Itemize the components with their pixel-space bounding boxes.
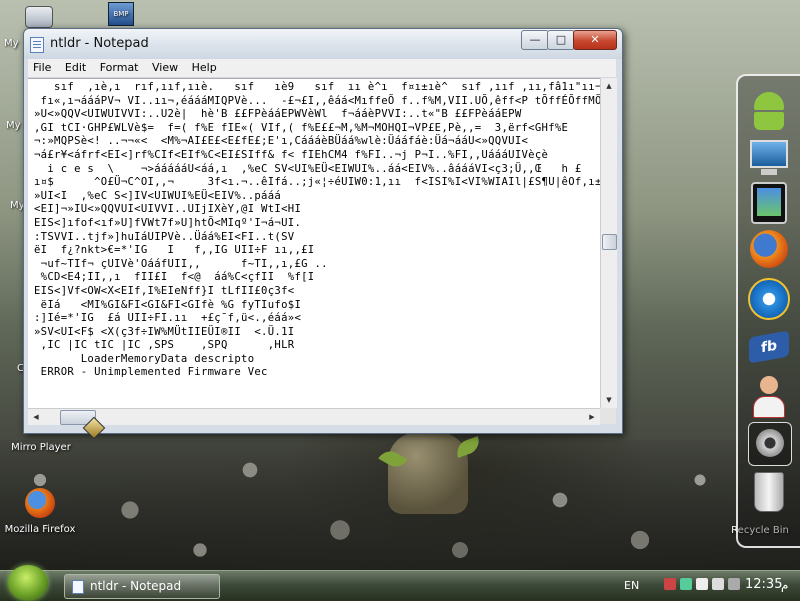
close-button[interactable]: ✕: [573, 30, 617, 50]
text-line[interactable]: ı¤$ ^O£Ü¬C^O­I,,¬ 3f<ı.¬..êIfá..;j«¦÷éUI…: [34, 176, 600, 190]
facebook-icon[interactable]: fb: [748, 326, 790, 368]
text-line[interactable]: »U<»QQV<UIW­UIV­VI:..­U2è| hè'B ££FPèááE…: [34, 108, 600, 122]
text-line[interactable]: ¬á£r¥<áf­rf<EI<]rf%CIf<EIf%C<EI£SIff& f<…: [34, 149, 600, 163]
minimize-button[interactable]: —: [521, 30, 549, 50]
notepad-window: ntldr - Notepad — □ ✕ File Edit Format V…: [23, 28, 623, 434]
vertical-scrollbar[interactable]: ▲ ▼: [600, 78, 617, 408]
text-line[interactable]: »UI<I ,%eC S<]IV<UIW­UI%EÜ<EIV%..pááá: [34, 190, 600, 204]
tablet-icon[interactable]: [748, 182, 790, 224]
firefox-icon: [25, 488, 55, 518]
maximize-button[interactable]: □: [547, 30, 575, 50]
desktop-label-partial[interactable]: My: [6, 120, 21, 131]
text-line[interactable]: :TSV­VI..­tjf»]huIáUIPVè..Üáá%EI<FI..­t(…: [34, 231, 600, 245]
taskbar-button-label: ntldr - Notepad: [90, 579, 182, 593]
taskbar-button-notepad[interactable]: ntldr - Notepad: [64, 574, 220, 599]
desktop-label-partial[interactable]: My: [4, 38, 19, 49]
text-line[interactable]: ¬:»MQPSè<! ..¬¬«< <M%¬AI£E£<E£fE£;E'ı,Cá…: [34, 135, 600, 149]
text-line[interactable]: fı«,ı¬áááPV¬ VI..ıı¬,éáááMIQPVè... -£¬£I…: [34, 95, 600, 109]
menu-file[interactable]: File: [28, 59, 56, 74]
text-line[interactable]: EIS<]ıfo­f<ıf»U]fVWt7f»U]htÕ<MIqº'I¬á¬UI…: [34, 217, 600, 231]
window-titlebar[interactable]: ntldr - Notepad — □ ✕: [24, 29, 622, 59]
text-line[interactable]: LoaderMemoryData descripto: [34, 353, 600, 367]
desktop-icon-label: Mozilla Firefox: [4, 524, 76, 535]
android-icon[interactable]: [748, 88, 790, 130]
network-tray-icon[interactable]: [680, 578, 692, 590]
clock-ampm[interactable]: م: [781, 578, 788, 592]
language-indicator[interactable]: EN: [624, 579, 639, 592]
text-line[interactable]: ëIá <MI%GI&FI<GI&FI<GIfè %G fyTIufo$­I: [34, 299, 600, 313]
volume-icon[interactable]: [712, 578, 724, 590]
clock-time[interactable]: 12:35: [745, 577, 782, 592]
desktop-icon-partial[interactable]: [22, 6, 56, 30]
text-line[interactable]: <EI]¬»IU<»QQV­UI<UIV­VI..­UIjIXèY,@I WtI…: [34, 203, 600, 217]
start-button[interactable]: [8, 565, 48, 601]
window-title: ntldr - Notepad: [50, 36, 149, 51]
menu-bar: File Edit Format View Help: [28, 59, 616, 78]
text-line[interactable]: :]Ié=*'IG £á UII÷FI.ıı ­+£ç¯f,ü<.,éáá»<: [34, 312, 600, 326]
document-text[interactable]: sıf ,ıè,ı rıf,ııf,ııè. sıf ıè9 sıf ıı è^…: [28, 79, 600, 380]
text-line[interactable]: %CD<E4;II,,ı fII£I f<@ áá%C<çfII %f[I: [34, 271, 600, 285]
text-line[interactable]: ¬uf~TIf¬ çUIVè'OááfUII,, f~TI,,ı,£G ..: [34, 258, 600, 272]
desktop-icon-mozilla-firefox[interactable]: Mozilla Firefox: [2, 488, 78, 535]
text-line[interactable]: ëI f¿?nkt>€=*'IG ­I f,,IG UII÷F ıı,,£I: [34, 244, 600, 258]
computer-icon[interactable]: [748, 136, 790, 178]
menu-edit[interactable]: Edit: [60, 59, 91, 74]
scroll-left-arrow-icon[interactable]: ◀: [28, 409, 44, 425]
vertical-scroll-thumb[interactable]: [602, 234, 617, 250]
text-line[interactable]: i c e s \ ¬>áááááU<áá,ı ,%eC SV<UI%EÜ<EI…: [34, 163, 600, 177]
support-agent-icon[interactable]: [748, 374, 790, 418]
scroll-up-arrow-icon[interactable]: ▲: [601, 78, 617, 94]
tray-icon[interactable]: [728, 578, 740, 590]
security-tray-icon[interactable]: [664, 578, 676, 590]
horizontal-scrollbar[interactable]: ◀ ▶: [28, 408, 600, 425]
scroll-down-arrow-icon[interactable]: ▼: [601, 392, 617, 408]
desktop-icon-partial[interactable]: BMP: [106, 2, 136, 28]
text-line[interactable]: »SV<UI<F$ <X(ç3f÷­IW%MÜtIIEÜI®II <.Ü.1I: [34, 326, 600, 340]
desktop-icon-label: Mirro Player: [11, 442, 71, 453]
taskbar: ntldr - Notepad EN 12:35 م: [0, 565, 800, 601]
dock-bar: fb: [736, 74, 800, 548]
resize-grip[interactable]: [600, 408, 616, 424]
wallpaper-figure: [388, 432, 468, 514]
notepad-icon: [30, 37, 44, 53]
firefox-icon[interactable]: [748, 230, 790, 272]
menu-help[interactable]: Help: [187, 59, 222, 74]
text-line[interactable]: sıf ,ıè,ı rıf,ııf,ııè. sıf ıè9 sıf ıı è^…: [34, 81, 600, 95]
menu-view[interactable]: View: [147, 59, 183, 74]
menu-format[interactable]: Format: [95, 59, 144, 74]
notepad-icon: [72, 580, 84, 594]
internet-explorer-icon[interactable]: [748, 278, 790, 320]
text-editor-area[interactable]: sıf ,ıè,ı rıf,ııf,ııè. sıf ıè9 sıf ıı è^…: [28, 78, 600, 409]
scroll-right-arrow-icon[interactable]: ▶: [584, 409, 600, 425]
shield-tray-icon[interactable]: [696, 578, 708, 590]
recycle-bin-icon[interactable]: [748, 472, 790, 514]
text-line[interactable]: ERROR - Unimplemented Firmware Vec: [34, 366, 600, 380]
text-line[interactable]: ,IC |IC tIC |IC ,SPS ,SPQ ,HLR: [34, 339, 600, 353]
settings-gear-icon[interactable]: [748, 422, 792, 466]
text-line[interactable]: ,GI tCI·GHP£WLVè$= f=( f%E fIE«( VIf,( f…: [34, 122, 600, 136]
text-line[interactable]: EIS<]Vf<OW<X<EIf,I%EIeNff}I tLfII£0ç3f<: [34, 285, 600, 299]
